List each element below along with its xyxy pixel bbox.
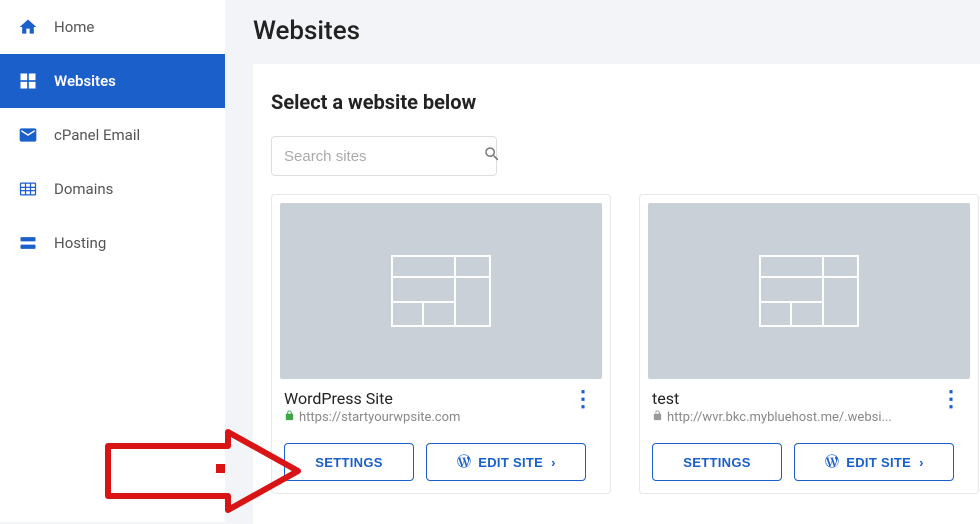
sidebar-item-hosting[interactable]: Hosting [0, 216, 225, 270]
wireframe-icon [759, 255, 859, 327]
site-card: WordPress Site https://startyourwpsite.c… [271, 194, 611, 494]
sidebar-item-home[interactable]: Home [0, 0, 225, 54]
content-panel: Select a website below [253, 64, 980, 524]
sidebar: Home Websites cPanel Email Domains Hosti… [0, 0, 225, 522]
sidebar-item-label: Domains [54, 180, 113, 198]
site-thumbnail[interactable] [280, 203, 602, 379]
chevron-right-icon: › [551, 455, 556, 470]
edit-site-button[interactable]: EDIT SITE › [426, 443, 586, 481]
site-card: test http://wvr.bkc.mybluehost.me/.websi… [639, 194, 979, 494]
settings-button[interactable]: SETTINGS [284, 443, 414, 481]
edit-site-button[interactable]: EDIT SITE › [794, 443, 954, 481]
wordpress-icon [456, 453, 472, 472]
sidebar-item-websites[interactable]: Websites [0, 54, 225, 108]
websites-icon [18, 71, 38, 91]
settings-button[interactable]: SETTINGS [652, 443, 782, 481]
site-url[interactable]: https://startyourwpsite.com [284, 410, 568, 425]
main-content: Websites Select a website below [225, 0, 980, 522]
more-menu-icon[interactable]: ⋮ [936, 389, 966, 411]
chevron-right-icon: › [919, 455, 924, 470]
sidebar-item-label: Websites [54, 72, 116, 90]
sidebar-item-domains[interactable]: Domains [0, 162, 225, 216]
search-icon [483, 145, 501, 167]
email-icon [18, 125, 38, 145]
sidebar-item-label: Hosting [54, 234, 106, 252]
search-box[interactable] [271, 136, 497, 176]
sidebar-item-label: Home [54, 18, 94, 36]
wordpress-icon [824, 453, 840, 472]
hosting-icon [18, 233, 38, 253]
home-icon [18, 17, 38, 37]
sidebar-item-label: cPanel Email [54, 126, 140, 144]
site-thumbnail[interactable] [648, 203, 970, 379]
site-url[interactable]: http://wvr.bkc.mybluehost.me/.websi... [652, 410, 936, 425]
more-menu-icon[interactable]: ⋮ [568, 389, 598, 411]
search-input[interactable] [284, 148, 483, 165]
cards-row: WordPress Site https://startyourwpsite.c… [253, 194, 980, 494]
subtitle: Select a website below [271, 90, 980, 114]
sidebar-item-cpanel-email[interactable]: cPanel Email [0, 108, 225, 162]
page-title: Websites [225, 0, 980, 64]
unlock-icon [652, 410, 663, 425]
domains-icon [18, 179, 38, 199]
site-name: WordPress Site [284, 389, 568, 408]
site-name: test [652, 389, 936, 408]
lock-icon [284, 410, 295, 425]
wireframe-icon [391, 255, 491, 327]
